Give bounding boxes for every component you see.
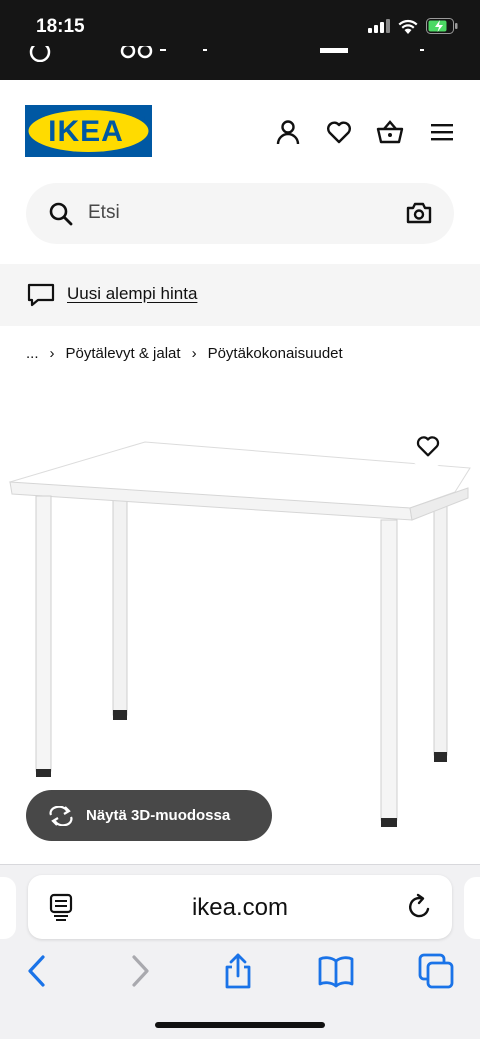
- forward-icon[interactable]: [121, 953, 157, 989]
- home-indicator: [155, 1022, 325, 1028]
- status-icons: [368, 18, 458, 34]
- ikea-logo[interactable]: IKEA ®: [25, 105, 152, 157]
- breadcrumb-item[interactable]: Pöytäkokonaisuudet: [208, 345, 343, 362]
- view-3d-button[interactable]: Näytä 3D-muodossa: [26, 790, 272, 841]
- url-text: ikea.com: [191, 894, 289, 921]
- menu-icon[interactable]: [428, 118, 456, 146]
- search-icon: [49, 202, 73, 226]
- basket-icon[interactable]: [376, 118, 404, 146]
- user-icon[interactable]: [274, 118, 302, 146]
- chat-bubble-icon: [27, 283, 55, 307]
- camera-icon[interactable]: [406, 201, 432, 225]
- bookmarks-icon[interactable]: [318, 953, 354, 989]
- site-header: IKEA ®: [0, 80, 480, 180]
- status-bar: 18:15: [0, 0, 480, 80]
- battery-charging-icon: [426, 18, 458, 34]
- breadcrumb-separator: ›: [191, 344, 197, 362]
- previous-tab-peek[interactable]: [0, 877, 16, 939]
- tabs-icon[interactable]: [418, 953, 454, 989]
- heart-icon: [416, 436, 440, 457]
- breadcrumb: ... › Pöytälevyt & jalat › Pöytäkokonais…: [26, 343, 343, 363]
- cellular-signal-icon: [368, 19, 390, 33]
- breadcrumb-item[interactable]: Pöytälevyt & jalat: [66, 345, 181, 362]
- svg-text:®: ®: [142, 116, 147, 123]
- address-bar[interactable]: ikea.com: [28, 875, 452, 939]
- promo-banner: Uusi alempi hinta: [0, 264, 480, 326]
- status-time: 18:15: [36, 16, 85, 37]
- new-lower-price-link[interactable]: Uusi alempi hinta: [67, 284, 197, 304]
- reload-icon[interactable]: [406, 893, 434, 921]
- share-icon[interactable]: [220, 953, 256, 989]
- back-icon[interactable]: [20, 953, 56, 989]
- rotate-3d-icon: [49, 805, 73, 826]
- wifi-icon: [398, 19, 418, 34]
- breadcrumb-item[interactable]: ...: [26, 345, 39, 362]
- next-tab-peek[interactable]: [464, 877, 480, 939]
- browser-toolbar: ikea.com: [0, 864, 480, 1039]
- clipped-toolbar-icons: [29, 46, 424, 62]
- ikea-logo-text: IKEA: [48, 115, 124, 148]
- search-input[interactable]: Etsi: [88, 202, 120, 224]
- search-bar[interactable]: Etsi: [26, 183, 454, 244]
- product-favorite-button[interactable]: [406, 424, 450, 468]
- view-3d-label: Näytä 3D-muodossa: [86, 807, 231, 824]
- heart-icon[interactable]: [325, 118, 353, 146]
- breadcrumb-separator: ›: [49, 344, 55, 362]
